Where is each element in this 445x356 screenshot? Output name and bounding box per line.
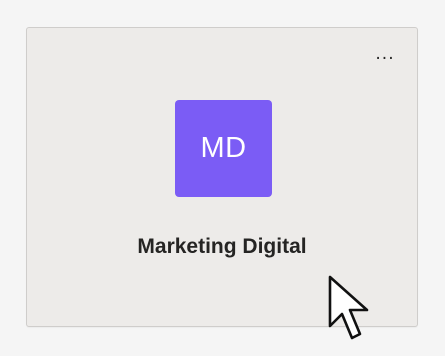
team-name: Marketing Digital (137, 235, 307, 258)
more-options-button[interactable]: ... (371, 45, 399, 67)
team-avatar: MD (175, 100, 272, 197)
mouse-pointer-icon (328, 275, 369, 340)
team-initials: MD (200, 132, 247, 164)
more-options-icon: ... (375, 44, 395, 64)
